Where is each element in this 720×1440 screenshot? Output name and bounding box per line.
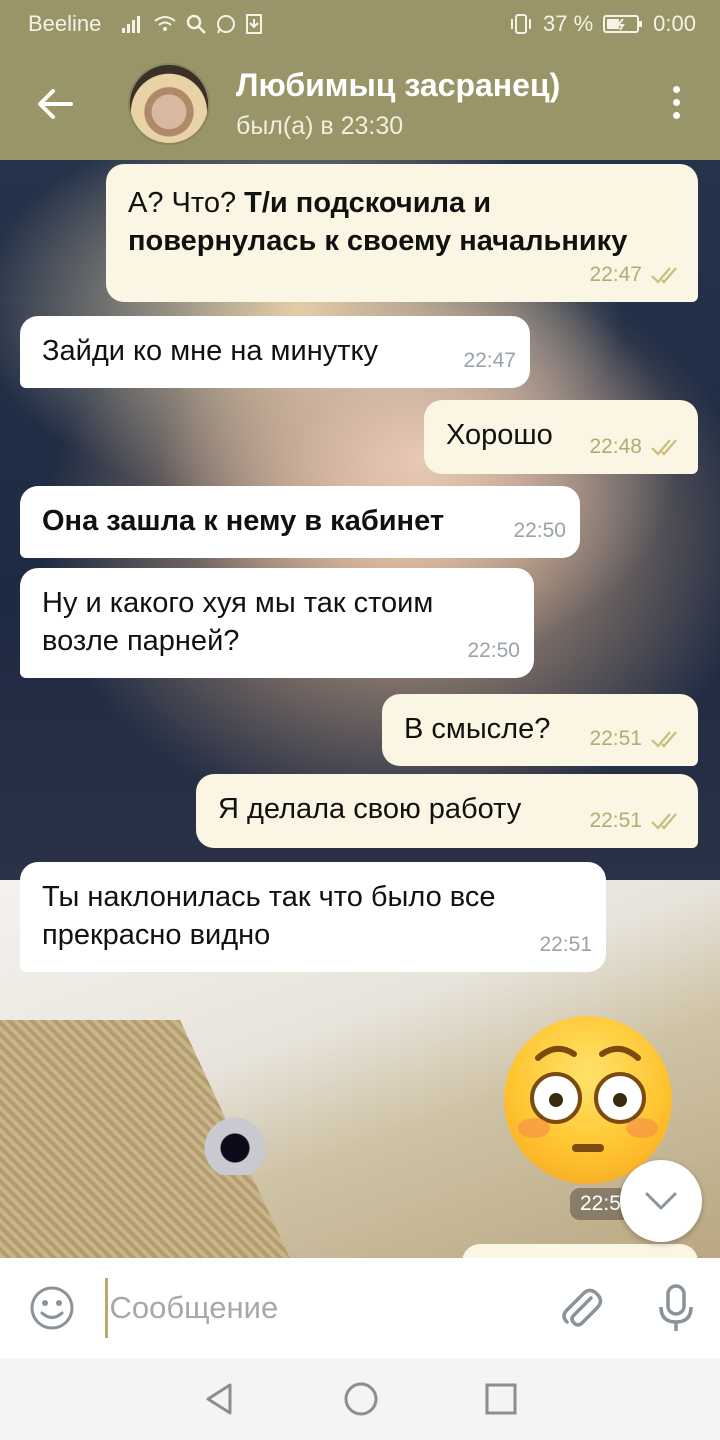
wifi-icon	[154, 16, 177, 31]
double-check-icon	[651, 439, 677, 456]
contact-name: Любимыц засранец)	[236, 67, 561, 103]
nav-recents-icon[interactable]	[484, 1382, 518, 1416]
last-seen: был(а) в 23:30	[236, 112, 404, 140]
double-check-icon	[651, 267, 677, 284]
flushed-face-sticker[interactable]	[504, 1016, 672, 1184]
signal-icon	[122, 16, 141, 33]
download-icon	[246, 14, 263, 34]
double-check-icon	[651, 813, 677, 830]
message-time: 22:51	[589, 809, 642, 832]
vibrate-icon	[511, 14, 532, 34]
search-icon	[187, 14, 207, 34]
wallpaper-brooch	[195, 1115, 275, 1175]
chevron-down-icon	[645, 1192, 677, 1210]
menu-dot-icon	[672, 99, 680, 106]
message-composer: Сообщение	[0, 1258, 720, 1358]
message-input[interactable]: Сообщение	[104, 1278, 525, 1338]
status-icons-left	[121, 13, 263, 35]
message-time: 22:51	[589, 727, 642, 750]
menu-dot-icon	[672, 112, 680, 119]
message-meta: 22:51	[539, 926, 592, 964]
message-bubble-incoming[interactable]: Ну и какого хуя мы так стоим возле парне…	[20, 568, 534, 678]
message-meta: 22:50	[467, 632, 520, 670]
message-text: Я делала свою работу	[218, 793, 522, 825]
nav-home-icon[interactable]	[342, 1380, 380, 1418]
message-bubble-outgoing[interactable]: А? Что? Т/и подскочила и повернулась к с…	[106, 164, 698, 302]
double-check-icon	[651, 731, 677, 748]
chat-header: Любимыц засранец) был(а) в 23:30	[0, 48, 720, 160]
clock: 0:00	[653, 11, 696, 36]
back-button[interactable]	[0, 48, 110, 160]
message-bubble-outgoing[interactable]: Я делала свою работу 22:51	[196, 774, 698, 848]
message-text: Зайди ко мне на минутку	[42, 335, 379, 367]
message-time: 22:51	[539, 933, 592, 956]
back-arrow-icon	[38, 89, 73, 119]
message-meta: 22:50	[513, 512, 566, 550]
message-text: А? Что?	[128, 187, 245, 219]
attach-button[interactable]	[537, 1258, 626, 1358]
message-time: 22:47	[589, 263, 642, 286]
message-bubble-incoming[interactable]: Зайди ко мне на минутку 22:47	[20, 316, 530, 388]
message-bubble-incoming[interactable]: Ты наклонилась так что было все прекрасн…	[20, 862, 606, 972]
flushed-face-icon	[518, 1045, 658, 1152]
message-meta: 22:51	[589, 802, 684, 840]
message-time: 22:47	[463, 349, 516, 372]
microphone-icon	[658, 1284, 693, 1331]
avatar[interactable]	[128, 63, 210, 145]
contact-info[interactable]: Любимыц засранец) был(а) в 23:30	[236, 67, 560, 141]
message-meta: 22:47	[463, 342, 516, 380]
carrier-label: Beeline	[28, 11, 102, 36]
message-bubble-outgoing-partial[interactable]	[462, 1244, 698, 1258]
message-bubble-incoming[interactable]: Она зашла к нему в кабинет 22:50	[20, 486, 580, 558]
message-time: 22:50	[467, 639, 520, 662]
system-navigation-bar	[0, 1358, 720, 1440]
status-bar: Beeline 37 % 0:00	[0, 0, 720, 48]
message-text: Ну и какого хуя мы так стоим возле парне…	[42, 587, 434, 657]
message-meta: 22:48	[589, 428, 684, 466]
menu-dot-icon	[672, 86, 680, 93]
smiley-icon	[30, 1286, 74, 1330]
message-text: Хорошо	[446, 419, 553, 451]
battery-icon	[603, 15, 643, 33]
nav-back-icon[interactable]	[202, 1381, 238, 1417]
whatsapp-icon	[217, 15, 236, 34]
message-text: Ты наклонилась так что было все прекрасн…	[42, 881, 496, 951]
battery-percent: 37 %	[543, 11, 594, 36]
message-meta: 22:47	[589, 256, 684, 294]
message-time: 22:50	[513, 519, 566, 542]
scroll-down-button[interactable]	[620, 1160, 702, 1242]
voice-message-button[interactable]	[631, 1258, 720, 1358]
message-text: В смысле?	[404, 713, 551, 745]
message-bubble-outgoing[interactable]: В смысле? 22:51	[382, 694, 698, 766]
chat-area[interactable]: А? Что? Т/и подскочила и повернулась к с…	[0, 160, 720, 1258]
more-menu-button[interactable]	[668, 86, 684, 126]
message-time: 22:48	[589, 435, 642, 458]
message-bubble-outgoing[interactable]: Хорошо 22:48	[424, 400, 698, 474]
paperclip-icon	[562, 1288, 603, 1327]
message-meta: 22:51	[589, 720, 684, 758]
message-text: Она зашла к нему в кабинет	[42, 505, 445, 537]
status-icons-right: 37 % 0:00	[509, 11, 696, 37]
emoji-button[interactable]	[0, 1258, 105, 1358]
